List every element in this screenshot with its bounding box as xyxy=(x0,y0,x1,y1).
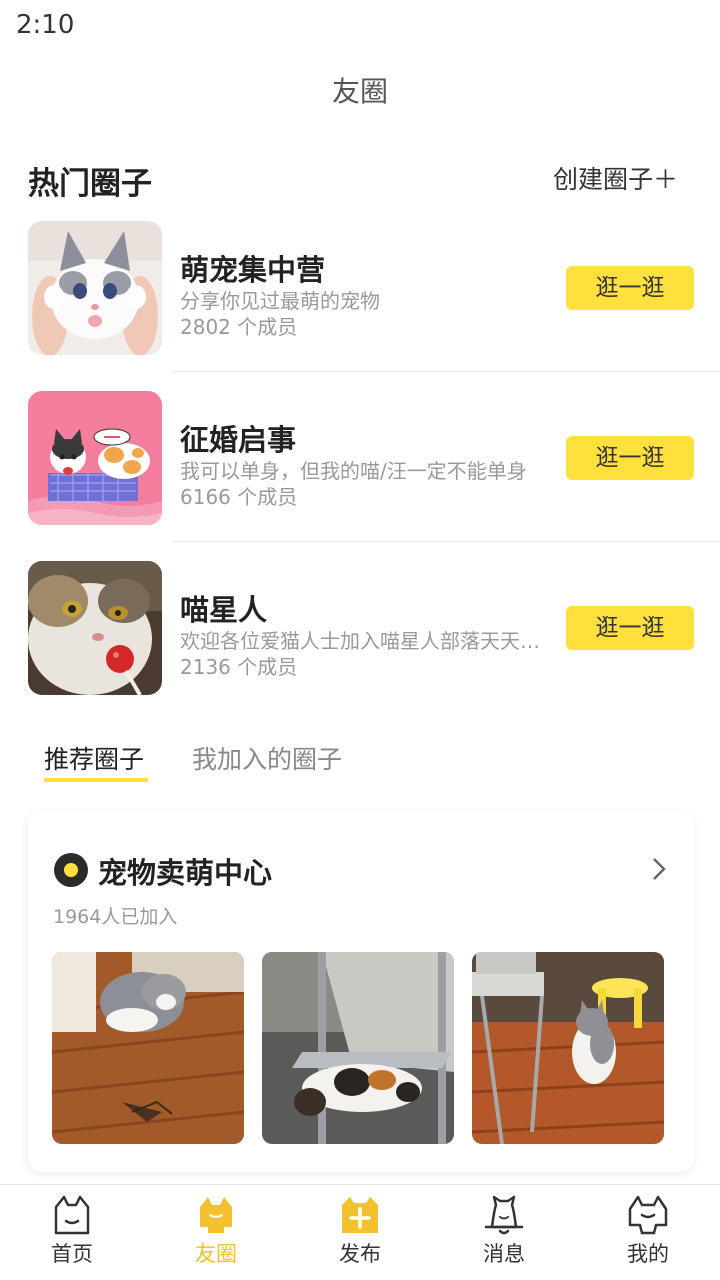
nav-label: 发布 xyxy=(339,1242,381,1266)
circle-member-count: 2802 个成员 xyxy=(180,315,298,339)
circle-tabs: 推荐圈子 我加入的圈子 xyxy=(44,740,684,790)
circle-name: 萌宠集中营 xyxy=(180,253,326,287)
cartoon-pets-illustration xyxy=(28,391,162,525)
cat-profile-icon xyxy=(628,1195,668,1235)
visit-button[interactable]: 逛一逛 xyxy=(566,266,694,310)
chevron-right-icon[interactable] xyxy=(650,856,668,882)
cat-circle-icon xyxy=(200,1197,232,1233)
cat-room-photo xyxy=(472,952,664,1144)
cat-lollipop-photo xyxy=(28,561,162,695)
circle-photo[interactable] xyxy=(472,952,664,1144)
circle-description: 欢迎各位爱猫人士加入喵星人部落天天开心 xyxy=(180,629,548,653)
visit-button[interactable]: 逛一逛 xyxy=(566,436,694,480)
page-title: 友圈 xyxy=(331,75,388,108)
status-bar: 2:10 xyxy=(0,0,720,50)
bell-cat-icon xyxy=(484,1195,524,1235)
nav-profile[interactable]: 我的 xyxy=(598,1193,698,1273)
circle-member-count: 6166 个成员 xyxy=(180,485,298,509)
nav-home[interactable]: 首页 xyxy=(22,1193,122,1273)
nav-label: 我的 xyxy=(627,1242,669,1266)
cat-floor-photo xyxy=(52,952,244,1144)
hot-circle-item[interactable]: 征婚启事 我可以单身，但我的喵/汪一定不能单身 6166 个成员 逛一逛 xyxy=(28,391,720,561)
circle-description: 分享你见过最萌的宠物 xyxy=(180,289,380,313)
nav-circle[interactable]: 友圈 xyxy=(166,1193,266,1273)
circle-photo[interactable] xyxy=(262,952,454,1144)
kitten-photo xyxy=(28,221,162,355)
circle-member-count: 2136 个成员 xyxy=(180,655,298,679)
section-title: 热门圈子 xyxy=(28,166,152,202)
circle-thumbnail xyxy=(28,221,162,355)
hot-circles-header: 热门圈子 创建圈子＋ xyxy=(28,158,692,202)
tab-recommended[interactable]: 推荐圈子 xyxy=(44,740,144,776)
nav-messages[interactable]: 消息 xyxy=(454,1193,554,1273)
active-tab-indicator xyxy=(44,778,148,782)
tab-joined[interactable]: 我加入的圈子 xyxy=(192,740,342,776)
circle-name: 喵星人 xyxy=(180,593,268,627)
bottom-navigation: 首页 友圈 发布 消息 我的 xyxy=(0,1184,720,1280)
status-time: 2:10 xyxy=(16,10,75,40)
joined-count: 1964人已加入 xyxy=(53,906,178,928)
cat-street-photo xyxy=(262,952,454,1144)
publish-plus-icon xyxy=(342,1197,378,1233)
circle-thumbnail xyxy=(28,391,162,525)
hot-circle-item[interactable]: 喵星人 欢迎各位爱猫人士加入喵星人部落天天开心 2136 个成员 逛一逛 xyxy=(28,561,720,731)
recommended-circle-card[interactable]: 宠物卖萌中心 1964人已加入 xyxy=(28,812,694,1172)
divider xyxy=(172,541,720,542)
circle-badge-icon xyxy=(54,853,88,887)
circle-thumbnail xyxy=(28,561,162,695)
circle-description: 我可以单身，但我的喵/汪一定不能单身 xyxy=(180,459,527,483)
nav-label: 友圈 xyxy=(195,1242,237,1266)
circle-photo[interactable] xyxy=(52,952,244,1144)
nav-label: 首页 xyxy=(51,1242,93,1266)
nav-label: 消息 xyxy=(483,1242,525,1266)
divider xyxy=(172,371,720,372)
card-title: 宠物卖萌中心 xyxy=(98,856,273,890)
hot-circle-item[interactable]: 萌宠集中营 分享你见过最萌的宠物 2802 个成员 逛一逛 xyxy=(28,221,720,391)
nav-publish[interactable]: 发布 xyxy=(310,1193,410,1273)
visit-button[interactable]: 逛一逛 xyxy=(566,606,694,650)
circle-name: 征婚启事 xyxy=(180,423,297,457)
cat-home-icon xyxy=(54,1195,90,1235)
create-circle-button[interactable]: 创建圈子＋ xyxy=(553,160,678,196)
